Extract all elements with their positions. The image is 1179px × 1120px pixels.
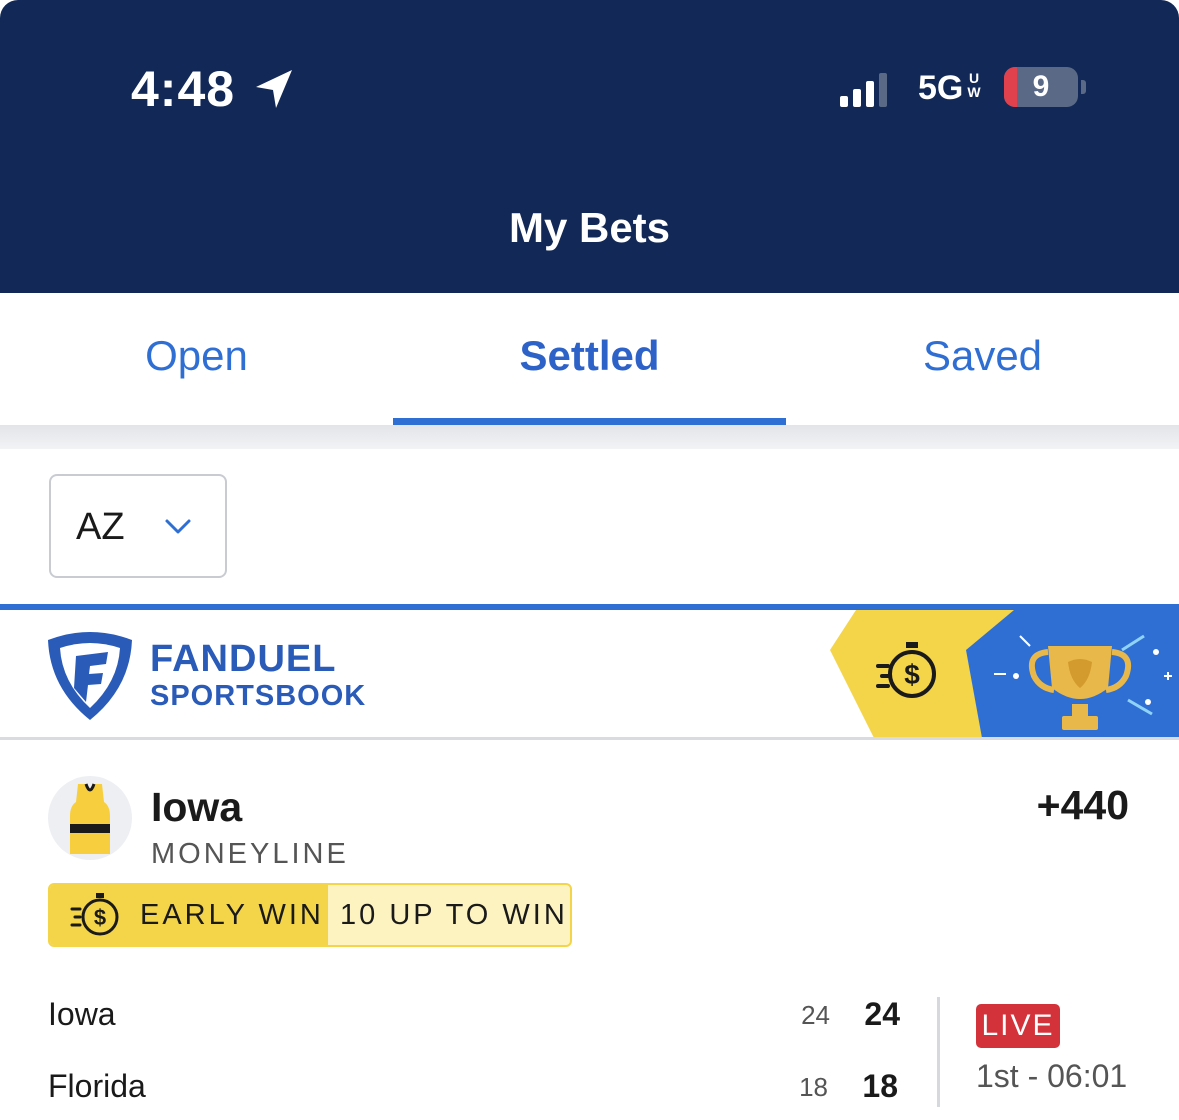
score-row-team-florida: Florida [48,1068,146,1104]
score-row-team-iowa: Iowa [48,996,116,1032]
battery-icon: 9 [1004,67,1078,107]
battery-tip [1081,80,1086,94]
avatar [48,776,132,860]
score-row-total-iowa: 24 [864,996,900,1032]
tab-open[interactable]: Open [0,293,393,419]
bets-tabs: Open Settled Saved [0,293,1179,425]
page-title: My Bets [508,204,671,251]
chevron-down-icon [165,519,191,534]
network-badge-bottom: W [967,84,981,100]
game-clock: 1st - 06:01 [976,1058,1128,1094]
tabs-shadow [0,425,1179,449]
status-time: 4:48 [131,61,236,117]
brand-name: FANDUEL [150,638,337,680]
early-win-detail: 10 UP TO WIN [340,899,568,931]
brand-sub: SPORTSBOOK [150,680,367,712]
bet-market: MONEYLINE [151,838,349,870]
network-label: 5G [918,69,964,107]
battery-level: 9 [1032,70,1050,103]
score-row-total-florida: 18 [862,1068,898,1104]
live-badge: LIVE [976,1004,1060,1048]
stopwatch-dollar-icon: $ [70,893,119,936]
bet-odds: +440 [1036,782,1129,828]
network-indicator: 5G UW [918,69,981,108]
tab-saved[interactable]: Saved [786,293,1179,419]
promo-art: $ [830,610,1179,738]
network-badge: UW [966,71,982,99]
score-row-period-iowa: 24 [801,1000,830,1030]
svg-text:$: $ [94,905,106,930]
early-win-badge: $ EARLY WIN 10 UP TO WIN [48,883,572,947]
cellular-signal-icon [840,73,887,107]
svg-text:$: $ [904,659,920,690]
fanduel-shield-icon [48,632,132,720]
active-tab-indicator [393,418,786,425]
jersey-icon [70,783,110,854]
early-win-label: EARLY WIN [140,899,324,931]
state-dropdown-value: AZ [76,506,125,548]
promo-banner[interactable]: FANDUEL SPORTSBOOK $ [0,610,1179,738]
app-header: 4:48 5G UW 9 My Bets [0,0,1179,293]
score-row-period-florida: 18 [799,1072,828,1102]
banner-separator [0,737,1179,740]
location-arrow-icon [256,70,292,108]
score-divider [937,997,940,1107]
state-dropdown[interactable]: AZ [49,474,227,578]
tab-settled[interactable]: Settled [393,293,786,419]
bet-team: Iowa [151,784,243,830]
